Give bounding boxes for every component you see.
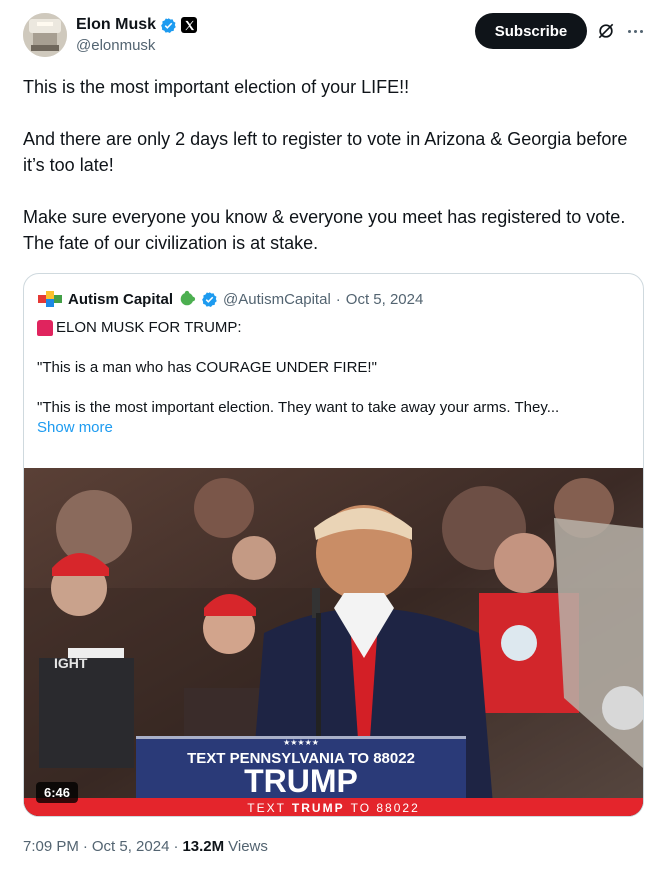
author-name-row: Elon Musk bbox=[76, 15, 198, 35]
tweet-time[interactable]: 7:09 PM bbox=[23, 838, 79, 855]
blue-check-icon bbox=[202, 291, 217, 307]
tweet-paragraph: Make sure everyone you know & everyone y… bbox=[23, 207, 626, 253]
show-more-link[interactable]: Show more bbox=[37, 418, 637, 438]
grok-icon[interactable] bbox=[596, 21, 616, 41]
quote-separator: · bbox=[335, 290, 341, 308]
video-thumbnail: ★★★★★ TEXT PENNSYLVANIA TO 88022 TRUMP I… bbox=[24, 468, 643, 816]
banner-text-right: TO 88022 bbox=[350, 801, 420, 815]
sign-main-text: TRUMP bbox=[244, 763, 358, 799]
views-count[interactable]: 13.2M bbox=[182, 838, 224, 855]
puzzle-avatar-icon[interactable] bbox=[37, 289, 63, 309]
avatar[interactable] bbox=[23, 13, 67, 57]
banner-text-left: TEXT bbox=[247, 801, 286, 815]
footer-separator: · bbox=[82, 838, 88, 855]
author-name[interactable]: Elon Musk bbox=[76, 16, 156, 34]
video-player[interactable]: ★★★★★ TEXT PENNSYLVANIA TO 88022 TRUMP I… bbox=[24, 468, 643, 816]
more-dots-icon[interactable] bbox=[625, 22, 645, 40]
tweet-footer: 7:09 PM · Oct 5, 2024 · 13.2M Views bbox=[23, 838, 268, 855]
quote-header: Autism Capital @AutismCapital · Oct 5, 2… bbox=[37, 289, 423, 309]
subscribe-button[interactable]: Subscribe bbox=[475, 13, 587, 49]
footer-separator: · bbox=[173, 838, 179, 855]
views-label: Views bbox=[228, 838, 268, 855]
quote-date[interactable]: Oct 5, 2024 bbox=[346, 291, 424, 308]
quote-author-handle[interactable]: @AutismCapital bbox=[223, 291, 331, 308]
tweet-date[interactable]: Oct 5, 2024 bbox=[92, 838, 170, 855]
siren-icon bbox=[37, 320, 53, 336]
quote-line: "This is a man who has COURAGE UNDER FIR… bbox=[37, 359, 377, 376]
tweet-paragraph: And there are only 2 days left to regist… bbox=[23, 129, 628, 175]
puzzle-emoji-icon bbox=[180, 290, 196, 306]
x-logo-icon bbox=[181, 17, 198, 33]
svg-text:★★★★★: ★★★★★ bbox=[283, 738, 319, 747]
banner-text-mid: TRUMP bbox=[291, 801, 345, 815]
video-banner: TEXT TRUMP TO 88022 bbox=[24, 799, 643, 816]
shirt-text: IGHT bbox=[54, 655, 88, 671]
tweet-text: This is the most important election of y… bbox=[23, 74, 633, 256]
quote-author-name[interactable]: Autism Capital bbox=[68, 291, 173, 308]
quote-body: ELON MUSK FOR TRUMP: "This is a man who … bbox=[37, 318, 637, 438]
video-duration: 6:46 bbox=[36, 782, 79, 803]
quote-line: "This is the most important election. Th… bbox=[37, 399, 560, 416]
blue-check-icon bbox=[161, 17, 176, 33]
tweet-paragraph: This is the most important election of y… bbox=[23, 77, 410, 97]
author-handle[interactable]: @elonmusk bbox=[76, 37, 155, 54]
quote-line: ELON MUSK FOR TRUMP: bbox=[56, 319, 242, 336]
quoted-tweet[interactable]: Autism Capital @AutismCapital · Oct 5, 2… bbox=[23, 273, 644, 817]
